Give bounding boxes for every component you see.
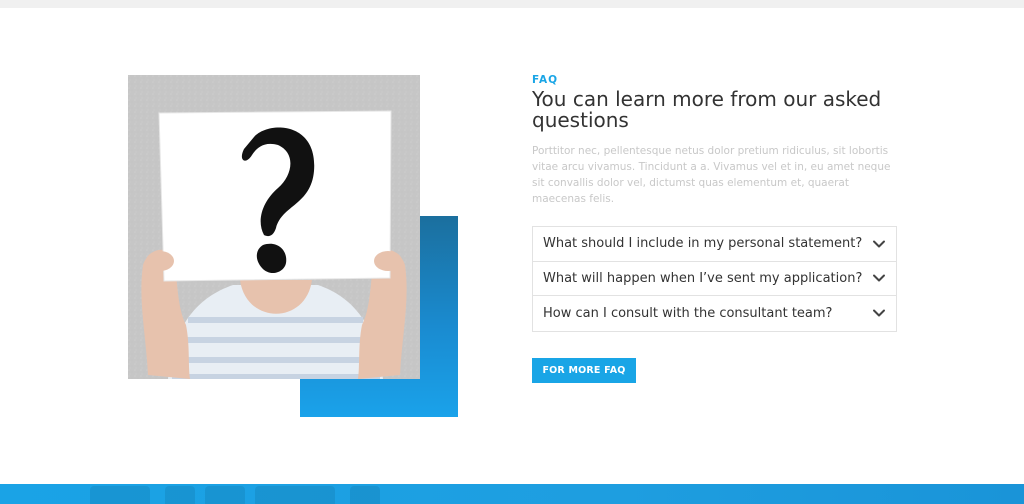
faq-accordion: What should I include in my personal sta… [532,226,897,332]
question-mark-photo [128,75,420,379]
faq-heading: You can learn more from our asked questi… [532,87,882,132]
more-faq-button[interactable]: FOR MORE FAQ [532,358,636,383]
faq-item-consultant-team[interactable]: How can I consult with the consultant te… [533,296,896,331]
faq-question: What should I include in my personal sta… [543,236,863,252]
faq-item-application-sent[interactable]: What will happen when I’ve sent my appli… [533,262,896,296]
faq-image [128,75,458,417]
top-strip [0,0,1024,8]
chevron-down-icon [873,309,885,317]
chevron-down-icon [873,240,885,248]
footer-band [0,484,1024,504]
chevron-down-icon [873,274,885,282]
faq-lead-text: Porttitor nec, pellentesque netus dolor … [532,145,891,205]
faq-question: What will happen when I’ve sent my appli… [543,270,863,286]
faq-question: How can I consult with the consultant te… [543,305,833,321]
faq-eyebrow: FAQ [532,74,559,86]
question-sign-illustration [128,75,420,379]
faq-item-personal-statement[interactable]: What should I include in my personal sta… [533,227,896,262]
